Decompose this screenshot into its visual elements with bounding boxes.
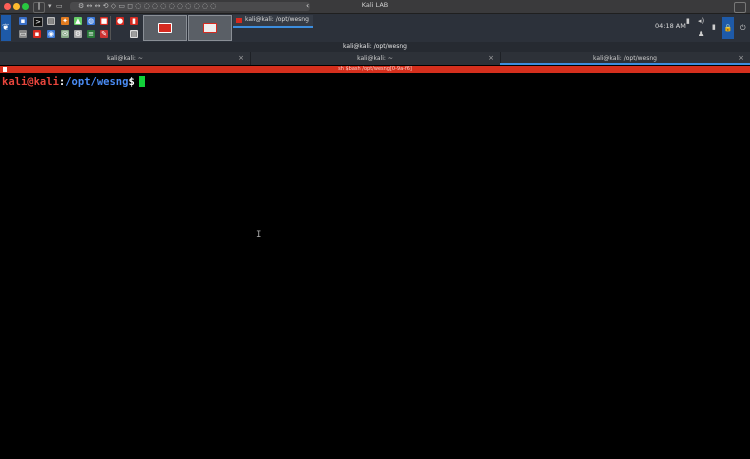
lock-screen-button[interactable]: 🔒 xyxy=(722,17,734,39)
sidebar-toggle-icon[interactable] xyxy=(734,2,746,13)
workspace-1-thumbnail[interactable] xyxy=(143,15,187,41)
app-launcher-icon[interactable]: ■ xyxy=(100,17,108,25)
workspace-icon[interactable]: ▪ xyxy=(19,17,27,25)
shell-prompt: kali@kali:/opt/wesng$ xyxy=(2,76,145,88)
close-tab-icon[interactable]: × xyxy=(738,54,744,62)
power-indicator-icon[interactable]: ▮ xyxy=(712,23,716,31)
scroll-marker-icon xyxy=(3,67,7,72)
tab-label: kali@kali: /opt/wesng xyxy=(593,55,657,62)
taskbar-terminal-button[interactable]: kali@kali: /opt/wesng xyxy=(233,15,313,28)
terminal-tabbar: kali@kali: ~ × kali@kali: ~ × kali@kali:… xyxy=(0,52,750,65)
workspace-window-thumb xyxy=(158,23,172,33)
tab-kali-home-2[interactable]: kali@kali: ~ × xyxy=(250,52,501,65)
tool-launcher-icon[interactable]: ▲ xyxy=(74,17,82,25)
volume-icon[interactable]: ◂) xyxy=(698,17,704,25)
prompt-symbol: $ xyxy=(128,76,135,88)
paste-icon[interactable]: ▮ xyxy=(130,17,138,25)
host-window-titlebar: ‖ ▾ ▭ ⚙ ↔ ↔ ⟲ ◇ ▭ ◻ ◌ ◌ ◌ ◌ ◌ ◌ ◌ ◌ ◌ ◌ … xyxy=(0,0,750,14)
mouse-ibeam-icon: I xyxy=(256,230,262,240)
host-window-title: Kali LAB xyxy=(361,1,389,9)
show-desktop-icon[interactable]: ▭ xyxy=(19,30,27,38)
workspace-window-thumb xyxy=(203,23,217,33)
alert-bar-text: sh $bash /opt/wesng[0-9a-f6] xyxy=(338,66,412,72)
editor-launcher-icon[interactable]: ✎ xyxy=(100,30,108,38)
tab-kali-home-1[interactable]: kali@kali: ~ × xyxy=(0,52,251,65)
close-tab-icon[interactable]: × xyxy=(238,54,244,62)
terminal-titlebar: kali@kali: /opt/wesng xyxy=(0,42,750,52)
tab-opt-wesng[interactable]: kali@kali: /opt/wesng × xyxy=(500,52,750,65)
taskbar-terminal-label: kali@kali: /opt/wesng xyxy=(245,16,309,23)
tab-label: kali@kali: ~ xyxy=(107,55,143,62)
notification-icon[interactable]: ▮ xyxy=(686,17,690,25)
code-launcher-icon[interactable]: ≡ xyxy=(87,30,95,38)
terminal-alert-bar: sh $bash /opt/wesng[0-9a-f6] xyxy=(0,66,750,73)
bell-icon[interactable]: ♟ xyxy=(698,30,704,38)
power-menu-icon[interactable]: ⏻ xyxy=(740,24,746,33)
burp-launcher-icon[interactable]: ✦ xyxy=(61,17,69,25)
close-tab-icon[interactable]: × xyxy=(488,54,494,62)
prompt-path: /opt/wesng xyxy=(65,76,129,88)
panel-separator xyxy=(110,16,111,40)
text-cursor xyxy=(138,76,145,87)
prompt-user-host: kali@kali xyxy=(2,76,59,88)
recorder-icon[interactable]: ● xyxy=(116,17,124,25)
notes-launcher-icon[interactable]: ▪ xyxy=(33,30,41,38)
panel-clock[interactable]: 04:18 AM xyxy=(655,22,686,30)
top-panel: ❦ ▪ > ▤ ✦ ▲ ◍ ■ ▭ ▪ ◉ ✉ ⚙ ≡ ✎ ● ▮ ▤ kali… xyxy=(0,14,750,42)
network-launcher-icon[interactable]: ◉ xyxy=(47,30,55,38)
lock-icon: 🔒 xyxy=(723,24,733,32)
gear-launcher-icon[interactable]: ⚙ xyxy=(74,30,82,38)
files-launcher-icon[interactable]: ▤ xyxy=(47,17,55,25)
mail-launcher-icon[interactable]: ✉ xyxy=(61,30,69,38)
tab-label: kali@kali: ~ xyxy=(357,55,393,62)
terminal-task-icon xyxy=(236,18,242,23)
kali-dragon-icon: ❦ xyxy=(2,23,10,33)
kali-menu-button[interactable]: ❦ xyxy=(1,15,11,41)
browser-launcher-icon[interactable]: ◍ xyxy=(87,17,95,25)
terminal-launcher-icon[interactable]: > xyxy=(33,17,43,27)
terminal-window-title: kali@kali: /opt/wesng xyxy=(343,43,407,50)
terminal-output[interactable]: kali@kali:/opt/wesng$ I xyxy=(0,74,750,459)
workspace-2-thumbnail[interactable] xyxy=(188,15,232,41)
clipboard-icon[interactable]: ▤ xyxy=(130,30,138,38)
